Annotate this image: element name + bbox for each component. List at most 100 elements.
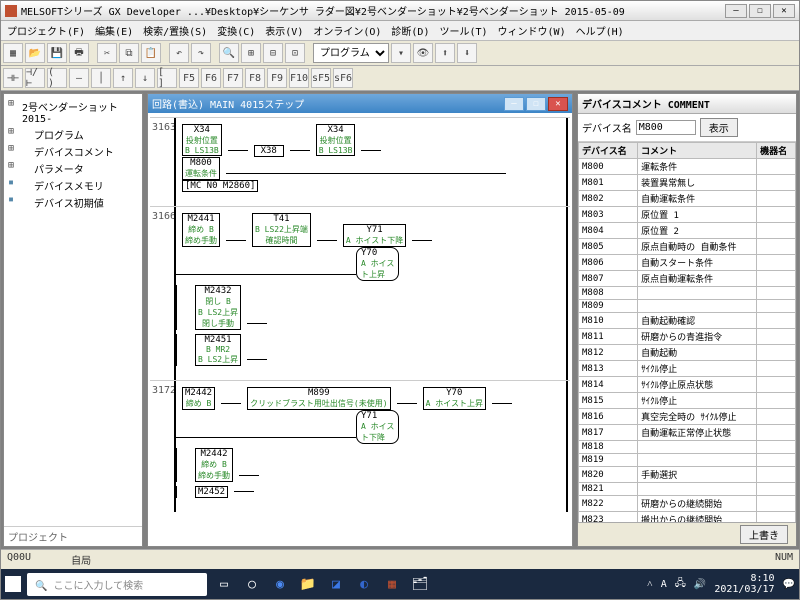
network-icon[interactable]: 🖧 (675, 576, 686, 593)
undo-button[interactable]: ↶ (169, 43, 189, 63)
table-row[interactable]: M804原位置 2 (579, 223, 796, 239)
table-row[interactable]: M806自動スタート条件 (579, 255, 796, 271)
ladder-contact[interactable]: M2441締め B締め手動 (182, 213, 220, 247)
menu-item[interactable]: ヘルプ(H) (576, 23, 624, 38)
table-row[interactable]: M808 (579, 287, 796, 300)
tray-up-icon[interactable]: ˄ (647, 579, 653, 590)
ladder-contact[interactable]: X34投射位置B LS13B (182, 124, 222, 156)
ladder-contact[interactable]: Y70A ホイスト上昇 (423, 387, 486, 410)
menu-item[interactable]: プロジェクト(F) (7, 23, 85, 38)
clock-time[interactable]: 8:10 (714, 573, 774, 584)
table-row[interactable]: M807原点自動運転条件 (579, 271, 796, 287)
func-button[interactable]: [ ] (157, 68, 177, 88)
open-button[interactable]: 📂 (25, 43, 45, 63)
app1-icon[interactable]: ◪ (325, 573, 347, 595)
ladder-contact[interactable]: M2451B MR2B LS2上昇 (195, 334, 241, 366)
tree-node[interactable]: デバイスコメント (8, 143, 138, 160)
redo-button[interactable]: ↷ (191, 43, 211, 63)
menu-item[interactable]: 診断(D) (391, 23, 429, 38)
find-button[interactable]: 🔍 (219, 43, 239, 63)
minimize-button[interactable]: — (725, 4, 747, 18)
taskbar-search[interactable]: 🔍 ここに入力して検索 (27, 573, 207, 596)
ladder-contact[interactable]: Y71A ホイスト下降 (343, 224, 406, 247)
ladder-contact[interactable]: M2442締め B (182, 387, 215, 410)
table-row[interactable]: M805原点自動時の 自動条件 (579, 239, 796, 255)
ladder-close-button[interactable]: ✕ (548, 97, 568, 111)
write-button[interactable]: ⬆ (435, 43, 455, 63)
ladder-rung[interactable]: 3172M2442締め BM899クリッドブラスト用吐出信号(未使用)Y70A … (150, 380, 570, 512)
table-row[interactable]: M817自動運転正常停止状態 (579, 425, 796, 441)
read-button[interactable]: ⬇ (457, 43, 477, 63)
tool-a-button[interactable]: ⊞ (241, 43, 261, 63)
menu-item[interactable]: 変換(C) (217, 23, 255, 38)
menu-item[interactable]: 編集(E) (95, 23, 133, 38)
ladder-rung[interactable]: 3166M2441締め B締め手動T41B LS22上昇端確認時間Y71A ホイ… (150, 206, 570, 380)
ladder-contact[interactable]: M800運転条件 (182, 157, 220, 180)
explorer-icon[interactable]: 📁 (297, 573, 319, 595)
start-button[interactable] (5, 576, 21, 592)
ladder-output[interactable]: [MC N0 M2860] (182, 180, 258, 192)
ladder-contact[interactable]: X38 (254, 145, 284, 157)
edge-icon[interactable]: ◐ (353, 573, 375, 595)
table-row[interactable]: M820手動選択 (579, 467, 796, 483)
table-row[interactable]: M815ｻｲｸﾙ停止 (579, 393, 796, 409)
ladder-contact[interactable]: M899クリッドブラスト用吐出信号(未使用) (247, 387, 390, 410)
table-row[interactable]: M809 (579, 300, 796, 313)
f8-button[interactable]: F8 (245, 68, 265, 88)
save-button[interactable]: 💾 (47, 43, 67, 63)
table-row[interactable]: M803原位置 1 (579, 207, 796, 223)
clock-date[interactable]: 2021/03/17 (714, 584, 774, 595)
maximize-button[interactable]: ☐ (749, 4, 771, 18)
menu-item[interactable]: ウィンドウ(W) (498, 23, 566, 38)
vline-button[interactable]: │ (91, 68, 111, 88)
coil-button[interactable]: ( ) (47, 68, 67, 88)
chrome-icon[interactable]: ◉ (269, 573, 291, 595)
tree-root[interactable]: 2号ベンダーショット 2015- (8, 98, 138, 126)
ime-indicator[interactable]: A (661, 579, 667, 590)
ladder-contact[interactable]: M2432閉し BB LS2上昇閉し手動 (195, 285, 241, 330)
ladder-coil[interactable]: Y70A ホイスト上昇 (356, 247, 399, 281)
tree-node[interactable]: デバイスメモリ (8, 177, 138, 194)
ladder-contact[interactable]: M2452 (195, 486, 228, 498)
rising-button[interactable]: ↑ (113, 68, 133, 88)
table-row[interactable]: M810自動起動確認 (579, 313, 796, 329)
new-button[interactable]: ▦ (3, 43, 23, 63)
f5-button[interactable]: F5 (179, 68, 199, 88)
contact-nc-button[interactable]: ⊣/⊢ (25, 68, 45, 88)
table-row[interactable]: M813ｻｲｸﾙ停止 (579, 361, 796, 377)
table-row[interactable]: M800運転条件 (579, 159, 796, 175)
f9-button[interactable]: F9 (267, 68, 287, 88)
device-table[interactable]: デバイス名コメント機器名 M800運転条件M801装置異常無しM802自動運転条… (578, 142, 796, 522)
menu-item[interactable]: ツール(T) (439, 23, 487, 38)
table-row[interactable]: M812自動起動 (579, 345, 796, 361)
task-view-icon[interactable]: ▭ (213, 573, 235, 595)
tool-d-button[interactable]: ▾ (391, 43, 411, 63)
menu-item[interactable]: オンライン(O) (313, 23, 381, 38)
ladder-contact[interactable]: X34投射位置B LS13B (316, 124, 356, 156)
print-button[interactable]: 🖶 (69, 43, 89, 63)
ladder-min-button[interactable]: — (504, 97, 524, 111)
table-row[interactable]: M818 (579, 441, 796, 454)
ladder-max-button[interactable]: ☐ (526, 97, 546, 111)
program-select[interactable]: プログラム (313, 43, 389, 63)
ladder-rung[interactable]: 3163X34投射位置B LS13BX38X34投射位置B LS13BM800運… (150, 117, 570, 206)
tree-node[interactable]: パラメータ (8, 160, 138, 177)
app2-icon[interactable]: 🗂 (409, 573, 431, 595)
system-tray[interactable]: ˄ A 🖧 🔊 8:10 2021/03/17 💬 (647, 573, 795, 595)
display-button[interactable]: 表示 (700, 118, 738, 137)
table-row[interactable]: M814ｻｲｸﾙ停止原点状態 (579, 377, 796, 393)
ladder-contact[interactable]: M2442締め B締め手動 (195, 448, 233, 482)
ladder-body[interactable]: 3163X34投射位置B LS13BX38X34投射位置B LS13BM800運… (148, 113, 572, 546)
device-name-input[interactable] (636, 120, 696, 135)
notifications-icon[interactable]: 💬 (783, 579, 795, 590)
falling-button[interactable]: ↓ (135, 68, 155, 88)
table-row[interactable]: M823搬出からの継続開始 (579, 512, 796, 523)
cut-button[interactable]: ✂ (97, 43, 117, 63)
table-row[interactable]: M811研磨からの青進指令 (579, 329, 796, 345)
menu-item[interactable]: 検索/置換(S) (143, 23, 207, 38)
table-row[interactable]: M822研磨からの継続開始 (579, 496, 796, 512)
f7-button[interactable]: F7 (223, 68, 243, 88)
ladder-coil[interactable]: Y71A ホイスト下降 (356, 410, 399, 444)
table-row[interactable]: M802自動運転条件 (579, 191, 796, 207)
contact-no-button[interactable]: ⊣⊢ (3, 68, 23, 88)
